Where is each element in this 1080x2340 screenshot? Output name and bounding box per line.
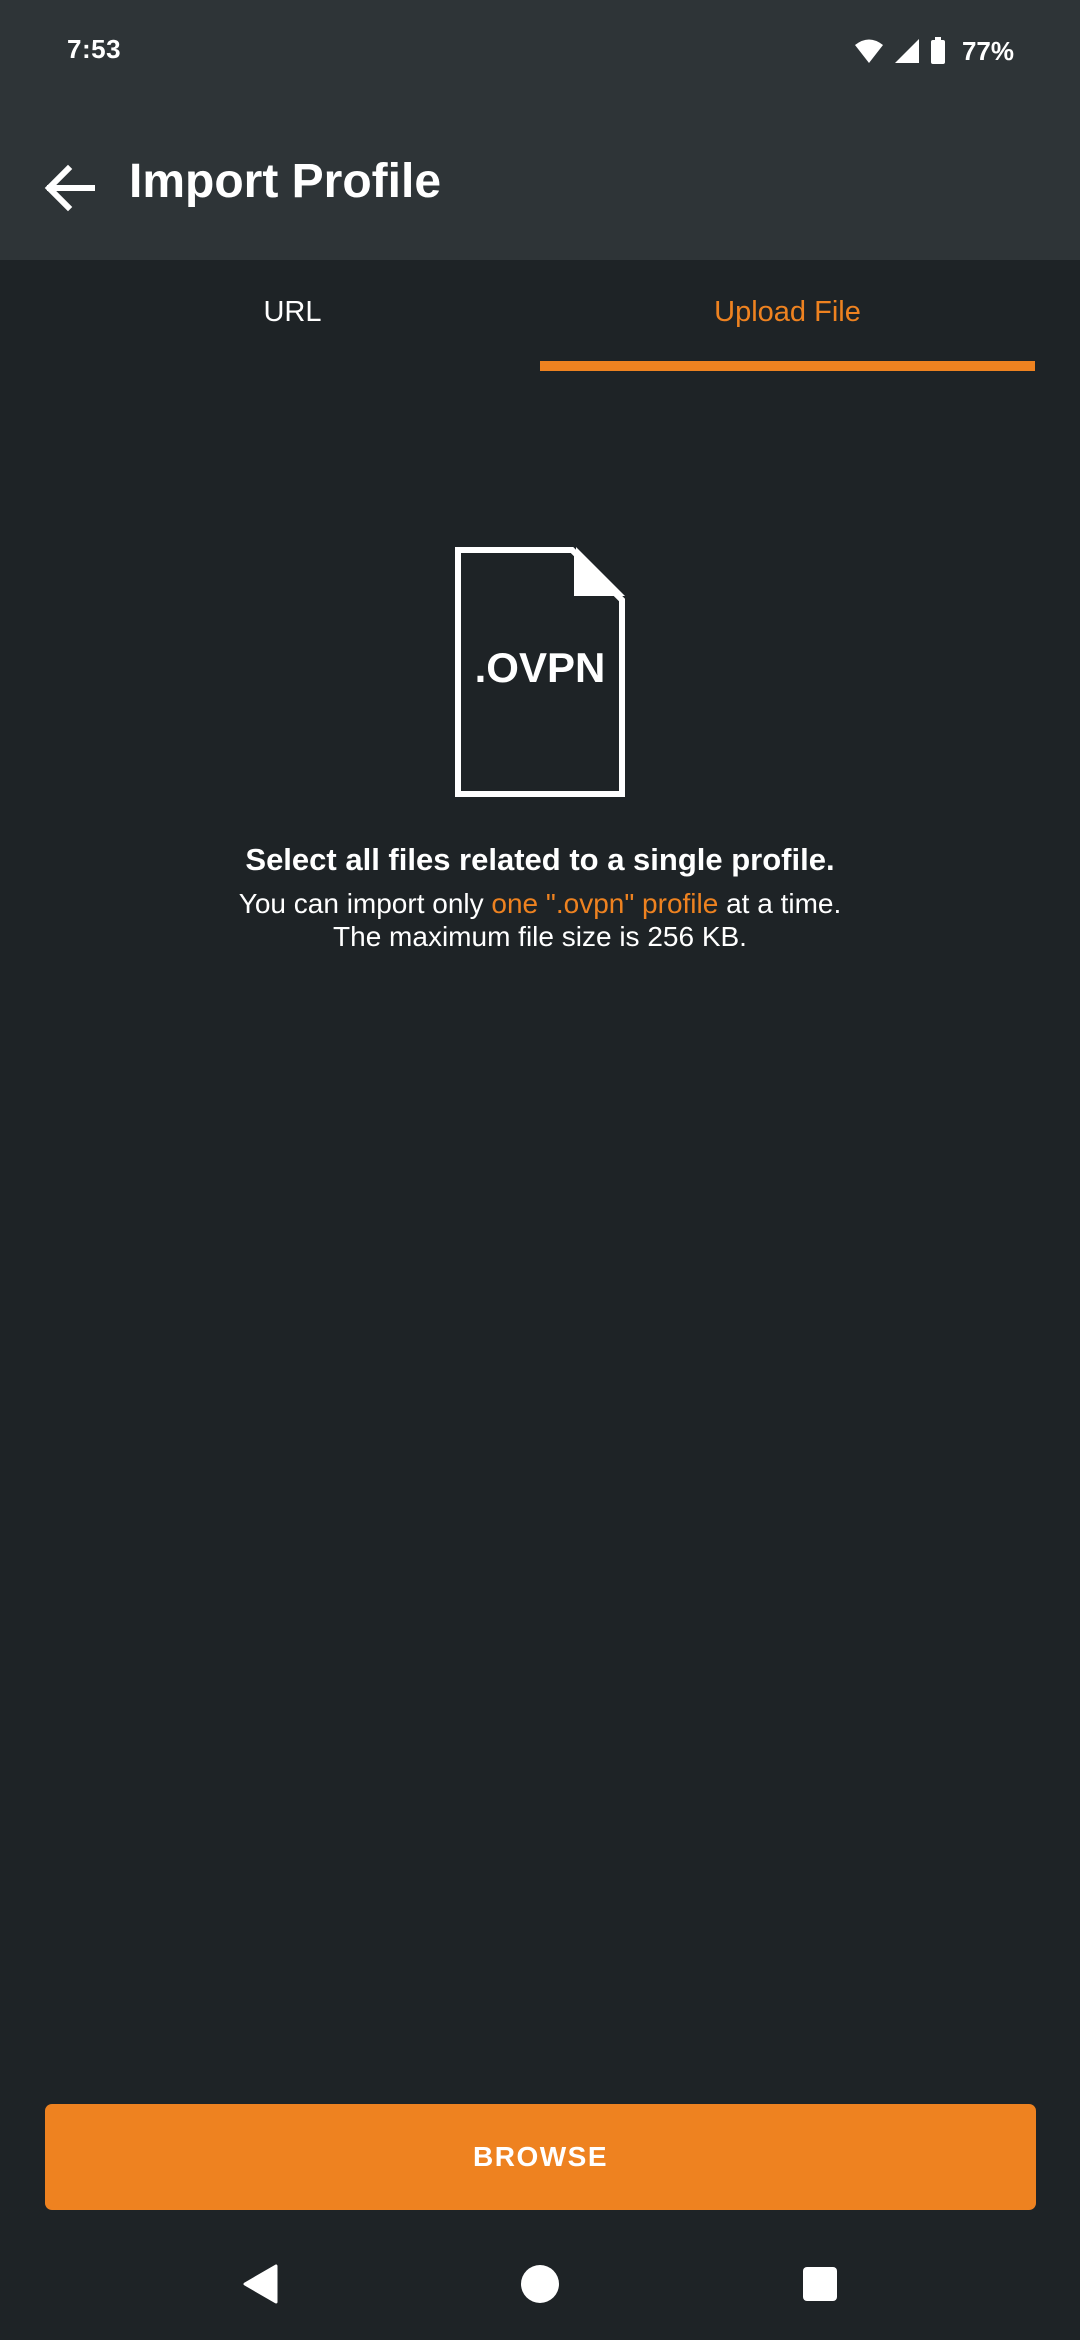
nav-recents-icon — [802, 2266, 838, 2307]
status-time: 7:53 — [67, 34, 122, 64]
tab-bar: URL Upload File — [0, 260, 1080, 372]
description-line-1: You can import only one ".ovpn" profile … — [0, 887, 1080, 920]
battery-icon — [930, 37, 946, 65]
wifi-icon — [854, 38, 884, 64]
back-button[interactable] — [30, 150, 110, 230]
browse-button[interactable]: BROWSE — [45, 2104, 1036, 2210]
description-highlight: one ".ovpn" profile — [491, 888, 719, 919]
tab-selected-indicator — [540, 361, 1035, 371]
nav-back-icon — [242, 2264, 278, 2309]
nav-home-icon — [520, 2264, 560, 2309]
status-bar: 7:53 77% — [0, 0, 1080, 108]
arrow-back-icon — [44, 164, 96, 217]
cell-signal-icon — [894, 38, 920, 64]
instruction-headline: Select all files related to a single pro… — [245, 842, 835, 877]
nav-back-button[interactable] — [228, 2254, 292, 2318]
system-nav-bar — [0, 2232, 1080, 2340]
nav-recents-button[interactable] — [788, 2254, 852, 2318]
battery-percent: 77% — [961, 35, 1014, 66]
file-icon-label: .OVPN — [474, 644, 606, 691]
top-area: 7:53 77% Import Profile — [0, 0, 1080, 260]
description-text-2: at a time. — [718, 888, 842, 919]
description-text-1: You can import only — [238, 888, 492, 919]
status-icons: 77% — [854, 34, 1014, 68]
app-bar: Import Profile — [0, 108, 1080, 260]
nav-home-button[interactable] — [508, 2254, 572, 2318]
instruction-description: You can import only one ".ovpn" profile … — [0, 887, 1080, 953]
tab-url[interactable]: URL — [45, 260, 540, 372]
tab-upload-file[interactable]: Upload File — [540, 260, 1035, 372]
page-title: Import Profile — [129, 155, 442, 208]
description-line-2: The maximum file size is 256 KB. — [333, 921, 747, 952]
